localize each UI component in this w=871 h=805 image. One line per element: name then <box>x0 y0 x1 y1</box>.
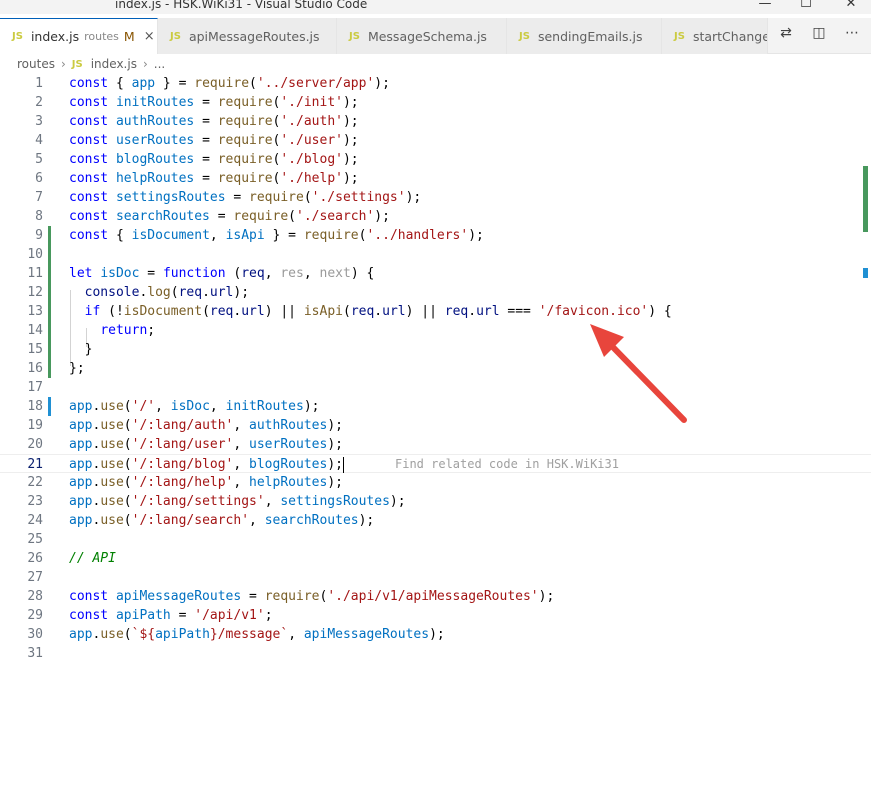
annotation-arrow-icon <box>590 324 687 423</box>
arrow-shaft <box>603 337 687 423</box>
